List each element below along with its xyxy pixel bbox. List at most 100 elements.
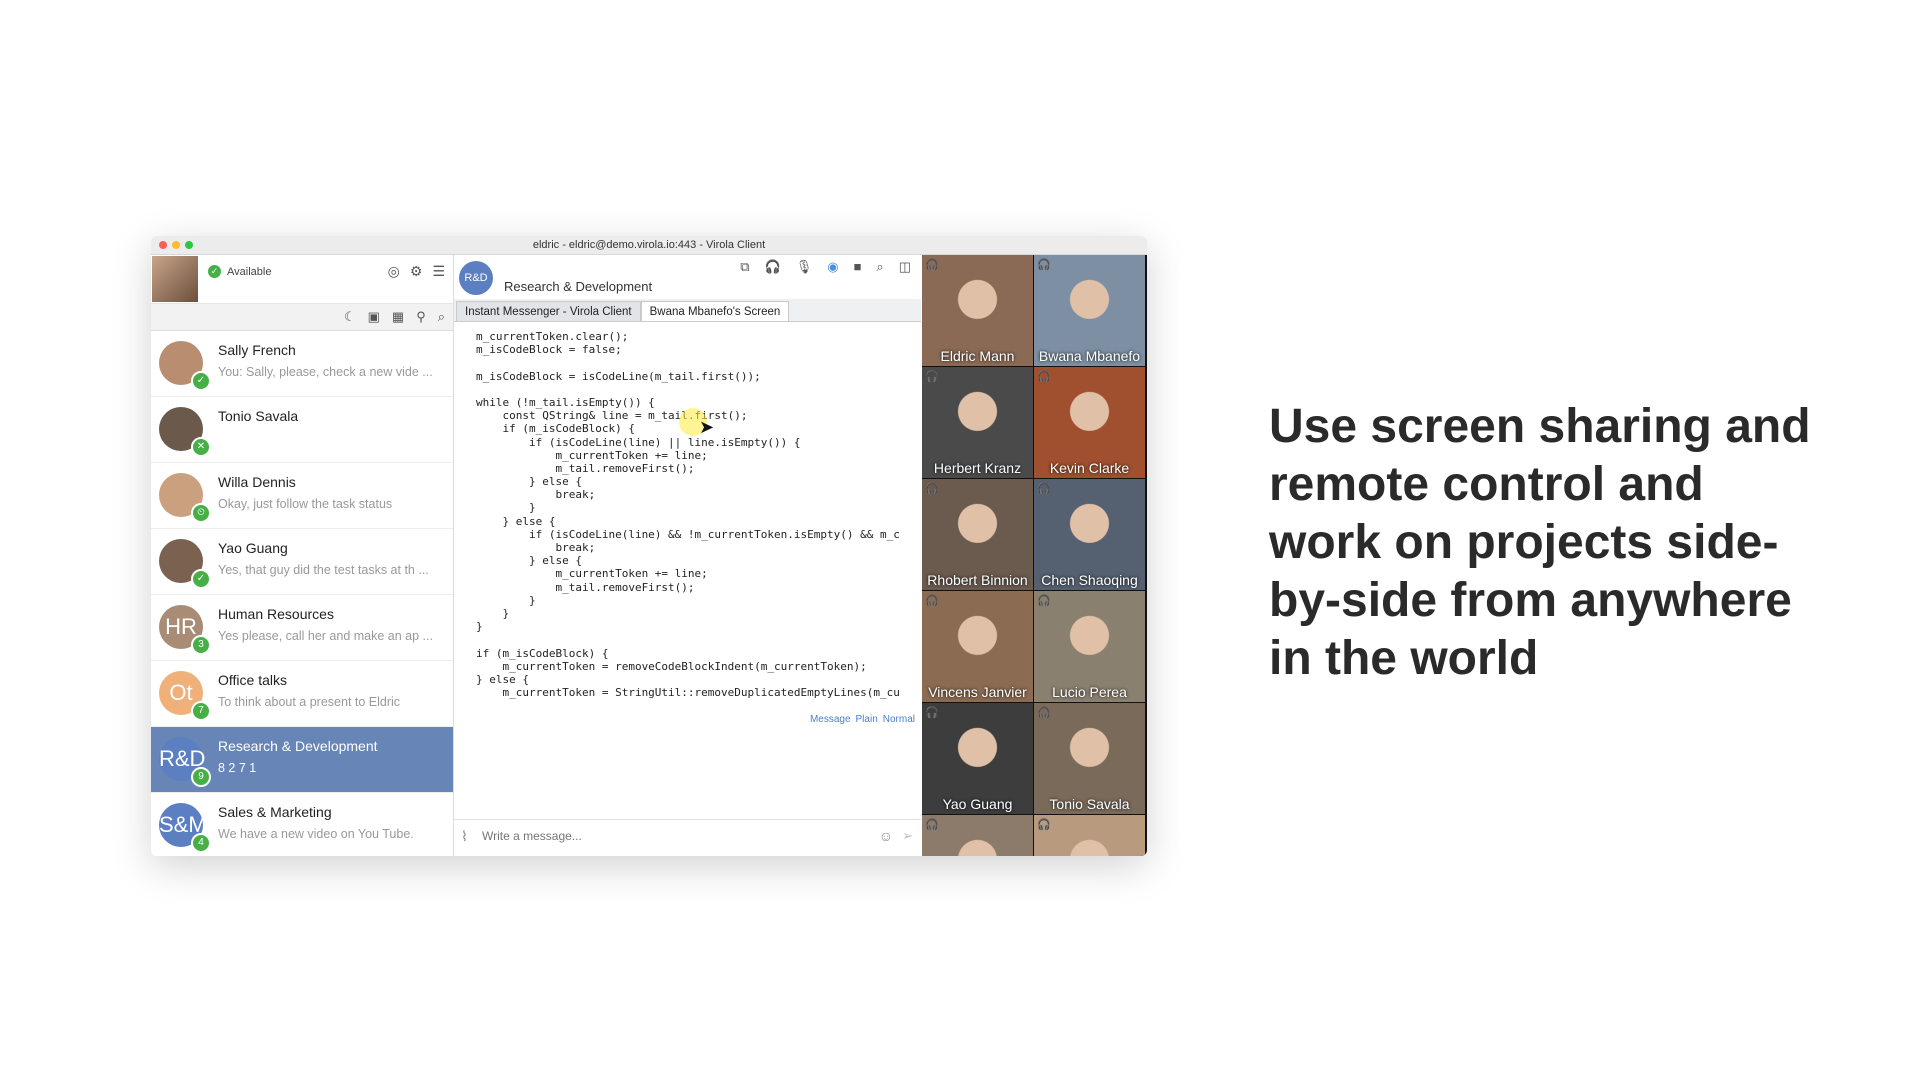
format-bar: Message Plain Normal: [810, 714, 915, 725]
participant-tile[interactable]: 🎧 Rhobert Binnion: [922, 479, 1033, 590]
paperclip-icon[interactable]: ⌇: [461, 828, 468, 845]
list-item[interactable]: HR 3 Human Resources Yes please, call he…: [151, 595, 453, 661]
participant-name: Yao Guang: [942, 796, 1013, 812]
participant-tile[interactable]: 🎧 Herbert Kranz: [922, 367, 1033, 478]
participant-name: Bwana Mbanefo: [1038, 348, 1141, 364]
participant-tile[interactable]: 🎧 Yao Guang: [922, 703, 1033, 814]
headphones-icon: 🎧: [1037, 371, 1051, 383]
image-icon[interactable]: ▣: [368, 309, 380, 325]
status-badge: ⏲: [191, 503, 211, 523]
list-item[interactable]: ✓ Sally French You: Sally, please, check…: [151, 331, 453, 397]
compose-bar: ⌇ ☺ ➢: [454, 819, 921, 856]
app-window: eldric - eldric@demo.virola.io:443 - Vir…: [151, 236, 1147, 856]
headline: Use screen sharing and remote control an…: [1269, 400, 1811, 685]
code-line: m_isCodeBlock = isCodeLine(m_tail.first(…: [476, 369, 761, 383]
window-title: eldric - eldric@demo.virola.io:443 - Vir…: [532, 239, 766, 251]
message-input[interactable]: [480, 828, 874, 844]
code-line: break;: [476, 488, 596, 502]
search-icon[interactable]: ⌕: [876, 259, 883, 275]
emoji-icon[interactable]: ☺: [879, 828, 893, 844]
gear-icon[interactable]: ⚙: [410, 263, 423, 280]
video-icon[interactable]: ■: [854, 259, 862, 275]
contact-name: Yao Guang: [218, 540, 288, 556]
headphones-icon: 🎧: [1037, 259, 1051, 271]
copy-icon[interactable]: ⧉: [740, 259, 749, 275]
moon-icon[interactable]: ☾: [344, 309, 356, 325]
headphones-icon: 🎧: [925, 595, 939, 607]
contact-name: Sally French: [218, 342, 296, 358]
zoom-button[interactable]: [185, 241, 193, 249]
headphones-icon: 🎧: [925, 259, 939, 271]
format-plain[interactable]: Plain: [856, 714, 878, 725]
contact-name: Research & Development: [218, 738, 378, 754]
microphone-icon[interactable]: 🎙: [796, 259, 813, 275]
contacts-icon[interactable]: ⚲: [416, 309, 426, 325]
search-icon[interactable]: ⌕: [438, 309, 445, 325]
status-badge: 7: [191, 701, 211, 721]
participant-tile[interactable]: 🎧 Eldric Mann: [922, 255, 1033, 366]
participant-tile[interactable]: 🎧 Kevin Clarke: [1034, 367, 1145, 478]
headphones-icon[interactable]: 🎧: [765, 259, 781, 275]
participant-name: Lucio Perea: [1052, 684, 1127, 700]
list-item[interactable]: ✓ Yao Guang Yes, that guy did the test t…: [151, 529, 453, 595]
participant-tile[interactable]: 🎧 Vincens Janvier: [922, 591, 1033, 702]
participant-tile[interactable]: 🎧 Chen Shaoqing: [1034, 479, 1145, 590]
contact-last-message: Yes, that guy did the test tasks at th .…: [218, 563, 429, 577]
list-item[interactable]: S&M 4 Sales & Marketing We have a new vi…: [151, 793, 453, 856]
pointer-icon: ➤: [699, 417, 715, 437]
panel-icon[interactable]: ◫: [899, 259, 911, 275]
shared-screen[interactable]: m_currentToken.clear(); m_isCodeBlock = f…: [454, 330, 921, 710]
chat-title: Research & Development: [504, 279, 653, 294]
headphones-icon: 🎧: [925, 483, 939, 495]
status-badge: 4: [191, 833, 211, 853]
calendar-icon[interactable]: ▦: [392, 309, 404, 325]
status-badge: 9: [191, 767, 211, 787]
code-line: break;: [476, 541, 596, 554]
avatar[interactable]: R&D: [459, 261, 493, 295]
format-normal[interactable]: Normal: [883, 714, 915, 725]
headphones-icon: 🎧: [1037, 595, 1051, 607]
participant-name: Chen Shaoqing: [1041, 572, 1138, 588]
participant-tile[interactable]: 🎧 Lucio Perea: [1034, 591, 1145, 702]
list-item[interactable]: Ot 7 Office talks To think about a prese…: [151, 661, 453, 727]
profile-header: ✓ Available ◎ ⚙ ☰: [151, 255, 453, 304]
sidebar: ✓ Available ◎ ⚙ ☰ ☾ ▣ ▦ ⚲ ⌕ ✓ Sally Fren…: [151, 255, 454, 856]
list-item[interactable]: ✕ Tonio Savala: [151, 397, 453, 463]
code-line: }: [476, 593, 536, 607]
contact-name: Willa Dennis: [218, 474, 296, 490]
video-grid: 🎧 Eldric Mann 🎧 Bwana Mbanefo 🎧 Herbert Kr…: [922, 255, 1147, 856]
camera-icon[interactable]: ◎: [388, 263, 400, 280]
status-selector[interactable]: ✓ Available: [208, 265, 271, 278]
tab-instant-messenger[interactable]: Instant Messenger - Virola Client: [456, 301, 641, 321]
headphones-icon: 🎧: [1037, 819, 1051, 831]
avatar[interactable]: [152, 256, 198, 302]
list-item[interactable]: R&D 9 Research & Development 8 2 7 1: [151, 727, 453, 793]
code-line: if (m_isCodeBlock) {: [476, 646, 609, 660]
tab-screen-share[interactable]: Bwana Mbanefo's Screen: [640, 301, 790, 321]
window-controls: [159, 241, 193, 249]
status-badge: 3: [191, 635, 211, 655]
status-badge: ✓: [191, 371, 211, 391]
participant-name: Kevin Clarke: [1049, 460, 1130, 476]
close-button[interactable]: [159, 241, 167, 249]
eye-icon[interactable]: ◉: [827, 259, 838, 275]
code-line: m_tail.removeFirst();: [476, 461, 695, 475]
chat-header: R&D Research & Development ⧉ 🎧 🎙 ◉ ■ ⌕ ◫: [454, 255, 921, 299]
code-line: m_currentToken += line;: [476, 448, 708, 462]
menu-icon[interactable]: ☰: [432, 263, 445, 280]
participant-tile[interactable]: 🎧: [1034, 815, 1145, 856]
list-item[interactable]: ⏲ Willa Dennis Okay, just follow the tas…: [151, 463, 453, 529]
participant-tile[interactable]: 🎧 Bwana Mbanefo: [1034, 255, 1145, 366]
status-label: Available: [227, 265, 272, 278]
participant-tile[interactable]: 🎧: [922, 815, 1033, 856]
participant-tile[interactable]: 🎧 Tonio Savala: [1034, 703, 1145, 814]
contact-last-message: Yes please, call her and make an ap ...: [218, 629, 433, 643]
participant-name: Rhobert Binnion: [927, 572, 1028, 588]
code-line: }: [476, 501, 536, 515]
contact-last-message: You: Sally, please, check a new vide ...: [218, 365, 433, 379]
minimize-button[interactable]: [172, 241, 180, 249]
send-icon[interactable]: ➢: [902, 828, 913, 844]
format-message[interactable]: Message: [810, 714, 851, 725]
